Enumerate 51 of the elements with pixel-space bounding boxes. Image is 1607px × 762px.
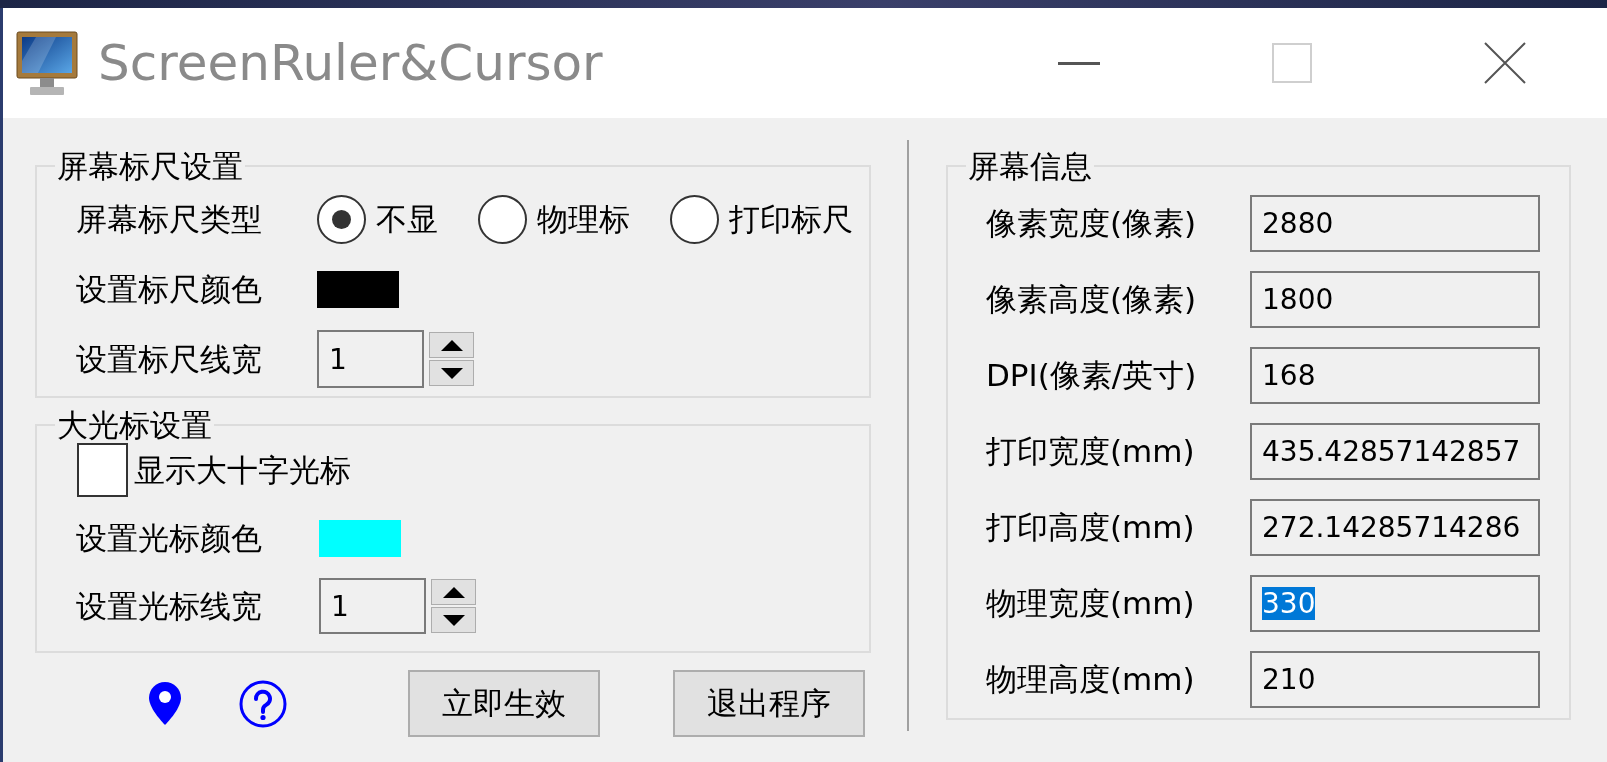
field-label: 物理宽度(mm) (986, 586, 1195, 621)
close-icon (1484, 42, 1526, 84)
number-field[interactable]: 1 (317, 330, 424, 388)
value-field[interactable]: 330 (1250, 575, 1540, 632)
swatch-icon[interactable] (317, 270, 399, 308)
field-label: 设置标尺颜色 (76, 271, 262, 307)
checkbox-label[interactable]: 显示大十字光标 (134, 452, 351, 488)
field-label: 像素高度(像素) (986, 282, 1197, 317)
value-field[interactable]: 2880 (1250, 195, 1540, 252)
field-label: DPI(像素/英寸) (986, 358, 1197, 393)
push-button[interactable]: 退出程序 (673, 670, 865, 737)
group-title: 屏幕信息 (967, 151, 1093, 181)
minimize-icon (1058, 61, 1100, 65)
field-label: 物理高度(mm) (986, 662, 1195, 697)
value-field[interactable]: 168 (1250, 347, 1540, 404)
triangle-down-icon (442, 614, 465, 626)
triangle-up-icon (440, 339, 463, 351)
field-label: 打印宽度(mm) (986, 434, 1195, 469)
value-field[interactable]: 210 (1250, 651, 1540, 708)
value-field[interactable]: 435.42857142857 (1250, 423, 1540, 480)
radio-button[interactable] (478, 194, 527, 244)
triangle-up-icon (442, 586, 465, 598)
swatch-icon[interactable] (319, 519, 401, 557)
push-button[interactable]: 立即生效 (408, 670, 600, 737)
triangle-down-icon (440, 367, 463, 379)
spin-down-button[interactable] (431, 607, 476, 633)
field-label: 设置标尺线宽 (76, 341, 262, 377)
radio-button[interactable] (670, 194, 719, 244)
radio-button[interactable] (317, 194, 366, 244)
field-label: 屏幕标尺类型 (76, 201, 262, 237)
field-label: 打印高度(mm) (986, 510, 1195, 545)
value-field[interactable]: 1800 (1250, 271, 1540, 328)
field-label: 设置光标颜色 (76, 520, 262, 556)
spin-up-button[interactable] (429, 332, 474, 358)
value-field[interactable]: 272.14285714286 (1250, 499, 1540, 556)
maximize-icon (1272, 43, 1312, 83)
radio-label[interactable]: 物理标 (537, 201, 630, 237)
map-pin-icon[interactable] (149, 682, 181, 725)
group-title: 屏幕标尺设置 (56, 151, 244, 181)
window-title: ScreenRuler&Cursor (98, 33, 604, 93)
spin-up-button[interactable] (431, 579, 476, 605)
radio-label[interactable]: 不显 (376, 201, 438, 237)
spin-down-button[interactable] (429, 360, 474, 386)
field-label: 像素宽度(像素) (986, 206, 1197, 241)
help-icon[interactable] (239, 679, 287, 728)
field-label: 设置光标线宽 (76, 588, 262, 624)
monitor-icon (16, 30, 78, 96)
number-field[interactable]: 1 (319, 578, 426, 634)
checkbox[interactable] (77, 443, 128, 497)
radio-label[interactable]: 打印标尺 (729, 201, 853, 237)
group-title: 大光标设置 (56, 410, 213, 440)
